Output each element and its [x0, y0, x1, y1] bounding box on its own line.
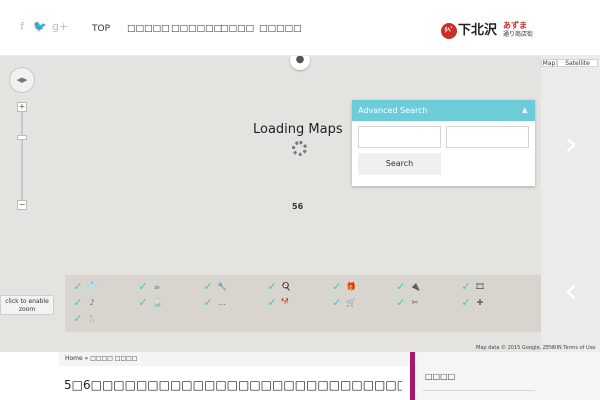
googleplus-icon[interactable]: g+: [52, 21, 68, 33]
dog-icon: 🐕: [281, 298, 291, 307]
category-filter-bar: ✓ 👕 ✓ ☕ ✓ 🔧 ✓ 🍳 ✓ 🎁 ✓ 🔌 ✓ 🎞 ✓ ♪ ✓ 🍶 ✓ … …: [65, 275, 541, 332]
category-checkbox[interactable]: ✓: [202, 281, 214, 293]
music-icon: ♪: [89, 298, 95, 307]
category-checkbox[interactable]: ✓: [331, 297, 343, 309]
map-canvas[interactable]: ● ◀▶ + − Map Satellite Loading Maps 56 ›…: [0, 50, 600, 352]
click-to-enable-zoom-button[interactable]: click to enable zoom: [0, 295, 54, 315]
coffee-icon: ☕: [153, 282, 161, 291]
category-checkbox[interactable]: ✓: [202, 297, 214, 309]
category-checkbox[interactable]: ✓: [137, 281, 149, 293]
search-button[interactable]: Search: [358, 153, 441, 175]
category-checkbox[interactable]: ✓: [395, 281, 407, 293]
map-attribution[interactable]: Map data © 2015 Google, ZENRIN Terms of …: [476, 345, 595, 352]
loading-spinner-icon: [292, 141, 307, 156]
facebook-icon[interactable]: f: [16, 21, 28, 33]
zoom-in-button[interactable]: +: [17, 102, 27, 112]
plug-icon: 🔌: [410, 282, 420, 291]
category-checkbox[interactable]: ✓: [72, 297, 84, 309]
next-arrow-icon[interactable]: ›: [558, 127, 584, 161]
post-title: 5□6□□□□□□□□□□□□□□□□□□□□□□□□□□□□□□□□□□□□□…: [64, 378, 402, 392]
category-checkbox[interactable]: ✓: [266, 297, 278, 309]
advanced-search-title: Advanced Search: [358, 106, 428, 115]
nav-item-top[interactable]: TOP: [92, 23, 110, 35]
map-marker-label[interactable]: 56: [292, 202, 303, 212]
zoom-slider-thumb[interactable]: [17, 135, 27, 140]
prev-arrow-icon[interactable]: ‹: [558, 274, 584, 308]
nav-item-4[interactable]: □□□□: [220, 23, 254, 35]
zoom-slider-track[interactable]: [21, 112, 23, 204]
film-icon: 🎞: [475, 282, 486, 291]
maptype-satellite-button[interactable]: Satellite: [557, 59, 598, 67]
gift-icon: 🎁: [346, 282, 356, 291]
plus-icon: ✚: [476, 298, 484, 307]
cutlery-icon: 🍴: [87, 314, 97, 323]
logo-kanji: 下北沢: [458, 23, 498, 38]
breadcrumb[interactable]: Home » □□□□ □□□□: [59, 352, 415, 366]
pot-icon: 🍳: [281, 282, 291, 291]
sidebar-divider: [423, 390, 535, 391]
sidebar-heading: □□□□: [425, 372, 456, 381]
content-area: Home » □□□□ □□□□ □□□□ 5□6□□□□□□□□□□□□□□□…: [0, 352, 600, 400]
pan-control-icon[interactable]: ◀▶: [9, 67, 35, 93]
zoom-out-button[interactable]: −: [17, 200, 27, 210]
shirt-icon: 👕: [87, 282, 97, 291]
nav-item-2[interactable]: □□□□□: [127, 23, 170, 35]
category-checkbox[interactable]: ✓: [460, 297, 472, 309]
cart-icon: 🛒: [346, 298, 356, 307]
logo-sub-text: 通り商店街: [503, 31, 534, 38]
advanced-search-panel: Advanced Search ▲ Search: [352, 100, 535, 186]
twitter-icon[interactable]: 🐦: [33, 21, 47, 33]
logo-mark-icon: ﾀﾍﾞ: [441, 23, 457, 39]
category-checkbox[interactable]: ✓: [395, 297, 407, 309]
category-checkbox[interactable]: ✓: [266, 281, 278, 293]
search-input-1[interactable]: [358, 126, 441, 148]
scissors-icon: ✂: [411, 298, 419, 307]
more-icon: …: [218, 298, 226, 307]
category-checkbox[interactable]: ✓: [72, 281, 84, 293]
nav-item-3[interactable]: □□□□□□: [171, 23, 222, 35]
category-checkbox[interactable]: ✓: [460, 281, 472, 293]
tool-icon: 🔧: [217, 282, 227, 291]
bottle-icon: 🍶: [152, 298, 162, 307]
category-checkbox[interactable]: ✓: [331, 281, 343, 293]
category-checkbox[interactable]: ✓: [137, 297, 149, 309]
logo-red-text: あずま: [503, 21, 527, 30]
category-checkbox[interactable]: ✓: [72, 313, 84, 325]
nav-item-5[interactable]: □□□□□: [259, 23, 302, 35]
search-input-2[interactable]: [446, 126, 529, 148]
loading-maps-text: Loading Maps: [253, 122, 343, 137]
site-header: f 🐦 g+ TOP □□□□□ □□□□□□ □□□□ □□□□□ ﾀﾍﾞ 下…: [0, 0, 600, 56]
advanced-search-header[interactable]: Advanced Search ▲: [352, 100, 535, 121]
collapse-toggle-icon[interactable]: ▲: [522, 106, 530, 114]
maptype-map-button[interactable]: Map: [541, 59, 557, 67]
